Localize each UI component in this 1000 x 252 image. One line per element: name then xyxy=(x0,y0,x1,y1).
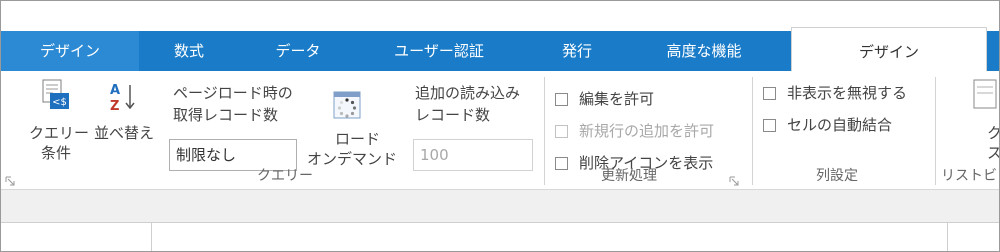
load-on-demand-label-1: ロード xyxy=(335,130,381,148)
list-view-label-1: ク xyxy=(987,123,999,143)
page-load-label-1: ページロード時の xyxy=(173,84,293,102)
tab-data[interactable]: データ xyxy=(263,31,333,71)
allow-add-box[interactable] xyxy=(555,125,568,138)
columns-group-label: 列設定 xyxy=(816,168,858,184)
svg-text:Z: Z xyxy=(110,99,119,113)
auto-merge-checkbox[interactable]: セルの自動結合 xyxy=(763,115,933,135)
allow-edit-box[interactable] xyxy=(555,93,568,106)
auto-merge-box[interactable] xyxy=(763,119,776,132)
query-condition-button[interactable]: <$ クエリー 条件 xyxy=(29,79,89,163)
query-condition-label-1: クエリー xyxy=(29,124,90,142)
list-view-label-2: ス xyxy=(987,143,999,163)
sheet-area xyxy=(1,190,999,251)
ribbon-panel: <$ クエリー 条件 A Z 並べ替え ページロード時の 取得レコード数 制限な… xyxy=(1,71,999,190)
list-group-label: リストビ xyxy=(941,168,997,184)
add-load-label-1: 追加の読み込み xyxy=(415,84,521,102)
query-group-label: クエリー xyxy=(257,168,313,184)
allow-add-label: 新規行の追加を許可 xyxy=(579,122,715,140)
left-group-launcher-icon[interactable] xyxy=(5,171,15,186)
ignore-hidden-box[interactable] xyxy=(763,87,776,100)
tab-user-auth[interactable]: ユーザー認証 xyxy=(379,31,499,71)
sheet-column-divider xyxy=(947,222,948,251)
query-condition-label-2: 条件 xyxy=(41,144,72,162)
group-separator xyxy=(752,77,753,185)
svg-text:A: A xyxy=(110,83,120,98)
load-on-demand-button[interactable]: ロード オンデマンド xyxy=(307,85,399,181)
allow-edit-label: 編集を許可 xyxy=(579,90,655,108)
svg-text:<$: <$ xyxy=(52,97,67,108)
load-on-demand-icon xyxy=(333,91,361,119)
sort-button[interactable]: A Z 並べ替え xyxy=(94,79,164,163)
allow-add-checkbox[interactable]: 新規行の追加を許可 xyxy=(555,121,745,141)
list-view-button[interactable]: ク ス xyxy=(971,79,999,163)
tab-formula[interactable]: 数式 xyxy=(159,31,219,71)
group-separator xyxy=(935,77,936,185)
update-group-launcher-icon[interactable] xyxy=(729,171,739,186)
tab-design-active[interactable]: デザイン xyxy=(791,27,987,71)
list-view-icon xyxy=(973,79,997,109)
load-on-demand-label-2: オンデマンド xyxy=(307,150,398,168)
show-delete-box[interactable] xyxy=(555,157,568,170)
sheet-column-divider xyxy=(151,222,152,251)
query-condition-icon: <$ xyxy=(42,79,69,109)
app-frame: デザイン 数式 データ ユーザー認証 発行 高度な機能 デザイン <$ クエリー… xyxy=(0,0,1000,252)
allow-edit-checkbox[interactable]: 編集を許可 xyxy=(555,89,735,109)
ignore-hidden-label: 非表示を無視する xyxy=(787,84,908,102)
add-load-label-2: レコード数 xyxy=(415,106,491,124)
sort-label: 並べ替え xyxy=(94,124,155,142)
auto-merge-label: セルの自動結合 xyxy=(787,116,893,134)
sort-az-icon: A Z xyxy=(110,83,135,113)
ribbon-tab-bar: デザイン 数式 データ ユーザー認証 発行 高度な機能 デザイン xyxy=(1,27,999,71)
tab-advanced[interactable]: 高度な機能 xyxy=(649,31,759,71)
page-load-label-2: 取得レコード数 xyxy=(173,106,279,124)
update-group-label: 更新処理 xyxy=(601,168,657,184)
tab-design-left[interactable]: デザイン xyxy=(1,31,139,71)
ignore-hidden-checkbox[interactable]: 非表示を無視する xyxy=(763,83,933,103)
add-load-input[interactable]: 100 xyxy=(413,139,533,171)
group-separator xyxy=(544,77,545,185)
tab-publish[interactable]: 発行 xyxy=(547,31,607,71)
